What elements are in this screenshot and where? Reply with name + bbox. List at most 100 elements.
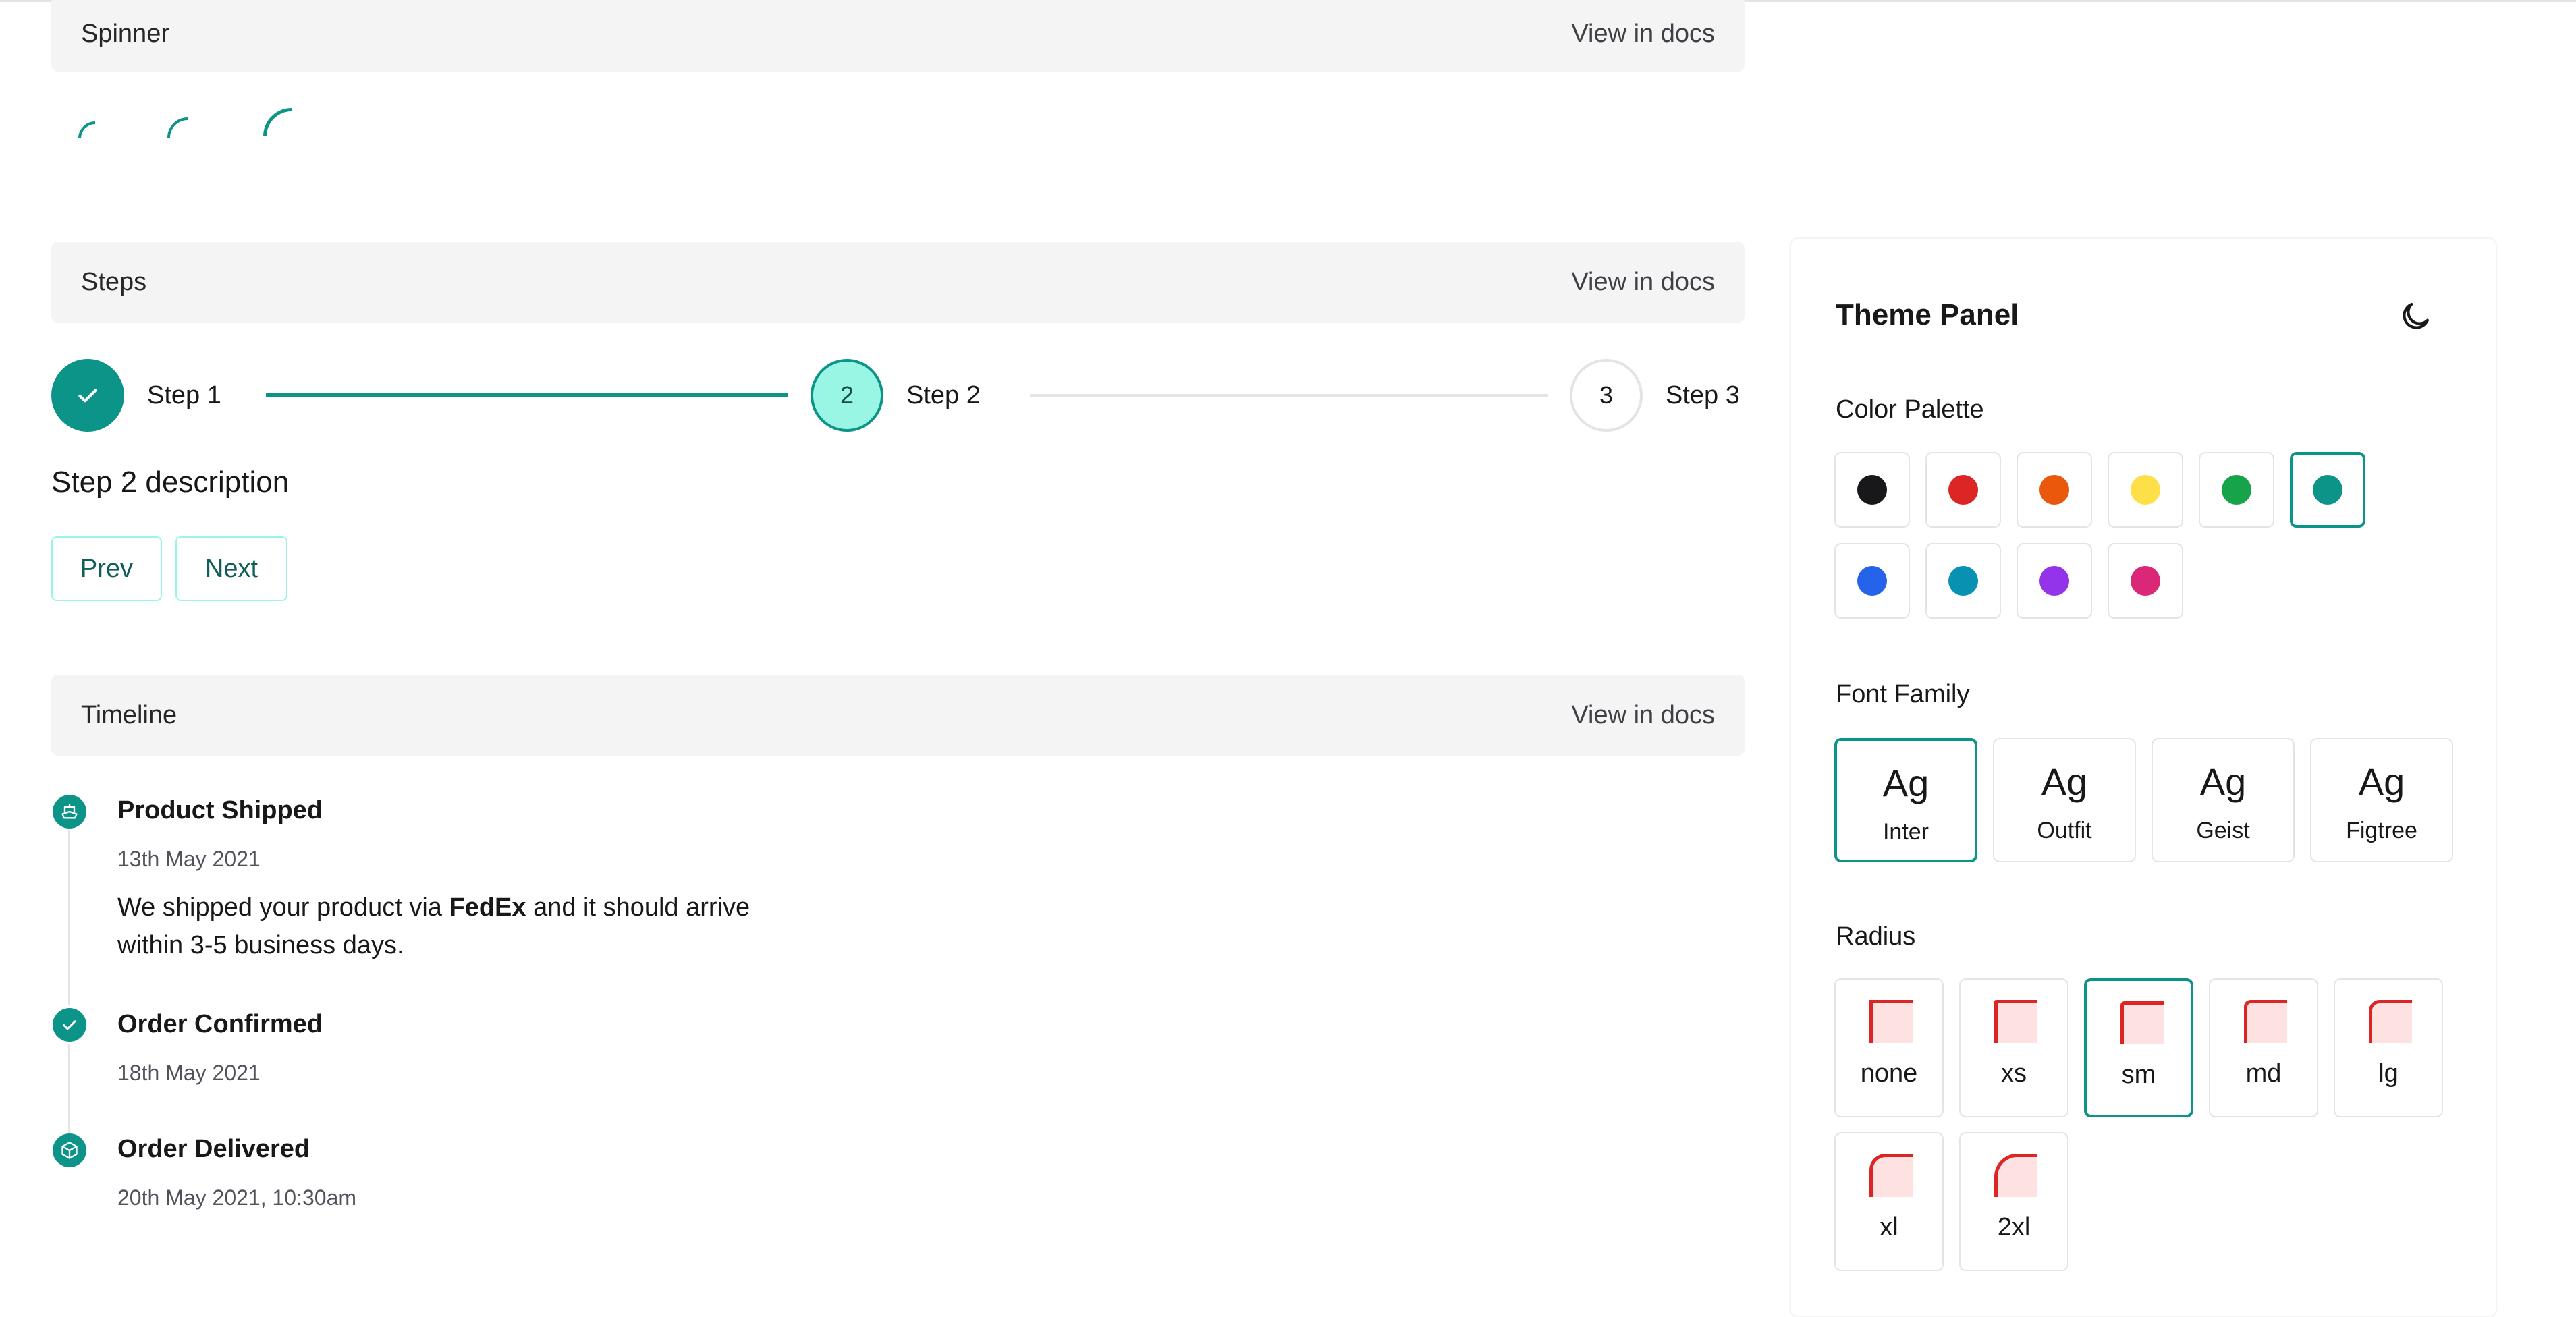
step-2-label: Step 2 <box>906 381 981 410</box>
radius-name: lg <box>2378 1059 2399 1088</box>
step-1-indicator <box>51 359 124 432</box>
color-swatch-green[interactable] <box>2199 452 2274 528</box>
radius-option-lg[interactable]: lg <box>2334 978 2443 1117</box>
swatch-dot <box>2039 475 2069 505</box>
step-connector-1 <box>266 393 788 397</box>
timeline-item-title: Order Confirmed <box>117 1010 323 1038</box>
radius-option-xs[interactable]: xs <box>1959 978 2068 1117</box>
check-icon <box>78 389 97 403</box>
radius-preview <box>1869 1000 1913 1043</box>
steps-docs-link[interactable]: View in docs <box>1571 268 1715 297</box>
theme-panel: Theme Panel Color Palette Font Family Ag… <box>1790 237 2497 1317</box>
color-swatch-pink[interactable] <box>2108 543 2183 619</box>
timeline-connector-1 <box>68 830 70 1005</box>
swatch-dot <box>1857 566 1887 596</box>
font-family-label: Font Family <box>1836 680 1970 708</box>
timeline-item-date: 13th May 2021 <box>117 847 261 871</box>
radius-preview <box>2244 1000 2287 1043</box>
timeline-docs-link[interactable]: View in docs <box>1571 701 1715 730</box>
desc-text-bold: FedEx <box>449 893 526 922</box>
moon-icon[interactable] <box>2397 298 2434 335</box>
radius-name: xs <box>2001 1059 2027 1088</box>
spinner-docs-link[interactable]: View in docs <box>1571 20 1715 49</box>
prev-button[interactable]: Prev <box>51 536 162 601</box>
theme-panel-title: Theme Panel <box>1836 298 2019 331</box>
radius-option-sm[interactable]: sm <box>2084 978 2193 1117</box>
radius-preview <box>1994 1000 2037 1043</box>
color-swatch-black[interactable] <box>1834 452 1910 528</box>
swatch-dot <box>2313 475 2342 505</box>
color-swatch-purple[interactable] <box>2017 543 2092 619</box>
font-option-outfit[interactable]: Ag Outfit <box>1993 738 2136 862</box>
font-option-inter[interactable]: Ag Inter <box>1834 738 1977 862</box>
spinner-large <box>251 96 332 177</box>
radius-preview <box>2369 1000 2412 1043</box>
timeline-dot-confirmed <box>53 1008 86 1042</box>
swatch-dot <box>2131 566 2160 596</box>
radius-label: Radius <box>1836 922 1916 951</box>
swatch-dot <box>1948 566 1978 596</box>
font-sample: Ag <box>2199 760 2247 803</box>
font-sample: Ag <box>2041 760 2088 803</box>
color-swatch-blue[interactable] <box>1834 543 1910 619</box>
color-swatch-orange[interactable] <box>2017 452 2092 528</box>
swatch-dot <box>2039 566 2069 596</box>
font-name: Outfit <box>2037 818 2092 843</box>
step-description: Step 2 description <box>51 466 290 499</box>
timeline-item-description: We shipped your product via FedEx and it… <box>117 889 792 964</box>
step-2-indicator: 2 <box>811 359 883 432</box>
color-swatch-cyan[interactable] <box>1925 543 2001 619</box>
steps-section-header: Steps View in docs <box>51 242 1745 323</box>
step-2-number: 2 <box>840 381 854 409</box>
radius-option-2xl[interactable]: 2xl <box>1959 1132 2068 1271</box>
spinner-section-title: Spinner <box>81 19 169 48</box>
color-swatch-red[interactable] <box>1925 452 2001 528</box>
step-connector-2 <box>1030 394 1548 397</box>
next-button[interactable]: Next <box>175 536 287 601</box>
font-sample: Ag <box>1882 762 1929 804</box>
color-swatch-teal[interactable] <box>2290 452 2365 528</box>
radius-name: 2xl <box>1997 1213 2031 1241</box>
radius-option-xl[interactable]: xl <box>1834 1132 1944 1271</box>
check-icon <box>63 1020 76 1030</box>
steps-section-title: Steps <box>81 267 147 296</box>
font-name: Inter <box>1882 819 1929 845</box>
timeline-dot-delivered <box>53 1133 86 1167</box>
spinner-small <box>71 114 119 163</box>
timeline-item-date: 18th May 2021 <box>117 1061 261 1085</box>
timeline-connector-2 <box>68 1044 70 1135</box>
color-swatch-yellow[interactable] <box>2108 452 2183 528</box>
font-sample: Ag <box>2358 760 2405 803</box>
timeline-item-title: Order Delivered <box>117 1135 310 1163</box>
swatch-dot <box>1857 475 1887 505</box>
color-palette-label: Color Palette <box>1836 395 1984 424</box>
step-3-number: 3 <box>1599 381 1614 409</box>
font-name: Figtree <box>2346 818 2417 843</box>
timeline-section-title: Timeline <box>81 700 177 729</box>
radius-name: sm <box>2121 1061 2156 1089</box>
spinner-section-header: Spinner View in docs <box>51 0 1745 72</box>
radius-name: md <box>2245 1059 2282 1088</box>
radius-preview <box>1994 1154 2037 1197</box>
radius-name: xl <box>1880 1213 1898 1241</box>
font-option-figtree[interactable]: Ag Figtree <box>2310 738 2453 862</box>
font-name: Geist <box>2196 818 2250 843</box>
desc-text-before: We shipped your product via <box>117 893 449 922</box>
step-1-label: Step 1 <box>147 381 221 410</box>
radius-preview <box>2120 1001 2164 1044</box>
swatch-dot <box>2131 475 2160 505</box>
step-3-label: Step 3 <box>1666 381 1740 410</box>
swatch-dot <box>2222 475 2251 505</box>
timeline-item-date: 20th May 2021, 10:30am <box>117 1185 357 1210</box>
font-option-geist[interactable]: Ag Geist <box>2152 738 2295 862</box>
swatch-dot <box>1948 475 1978 505</box>
radius-option-md[interactable]: md <box>2209 978 2318 1117</box>
ship-icon <box>61 804 78 819</box>
timeline-item-title: Product Shipped <box>117 796 323 824</box>
spinner-medium <box>159 109 217 167</box>
timeline-section-header: Timeline View in docs <box>51 675 1745 756</box>
package-icon <box>61 1142 78 1159</box>
radius-name: none <box>1860 1059 1918 1088</box>
step-3-indicator: 3 <box>1570 359 1643 432</box>
radius-option-none[interactable]: none <box>1834 978 1944 1117</box>
